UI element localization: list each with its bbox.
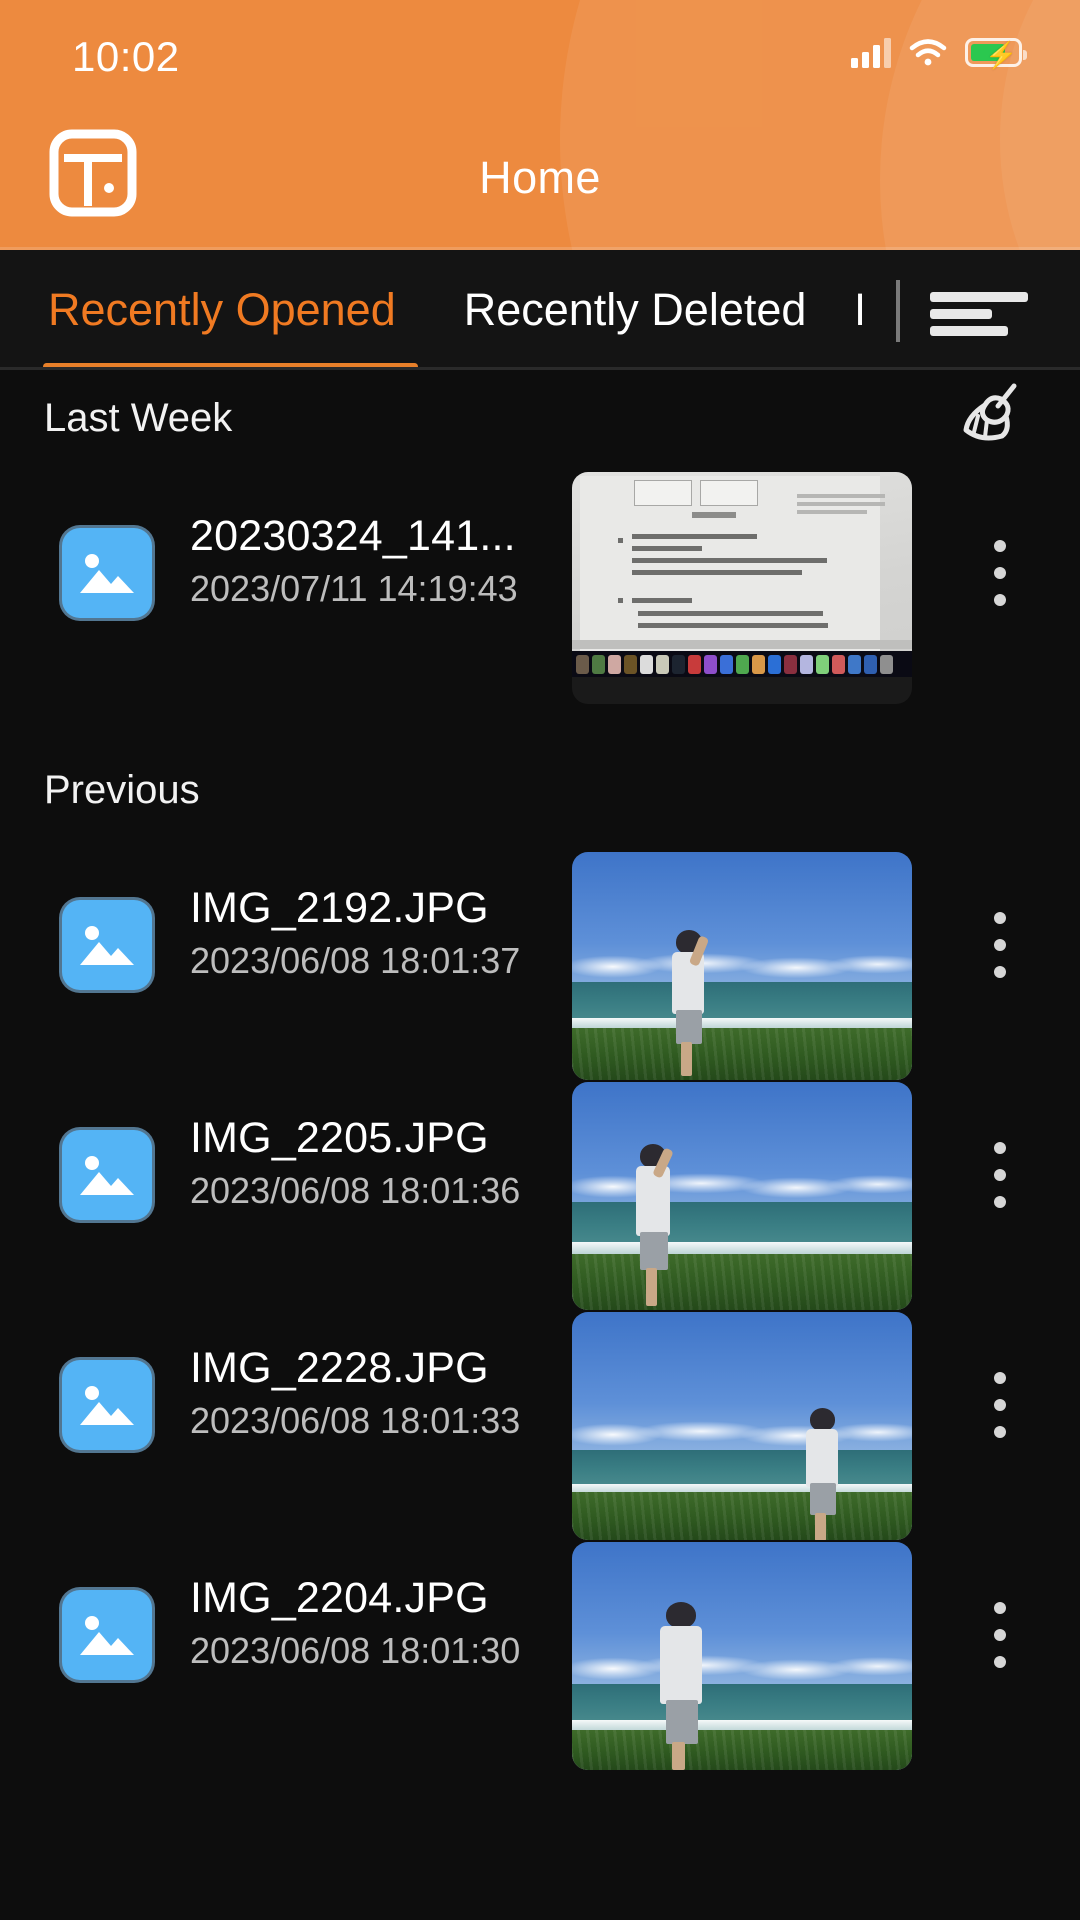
file-date: 2023/06/08 18:01:36 xyxy=(190,1170,521,1211)
file-name: IMG_2205.JPG xyxy=(190,1114,489,1162)
row-spacer xyxy=(0,1520,1080,1528)
row-spacer xyxy=(0,1060,1080,1068)
file-date: 2023/06/08 18:01:37 xyxy=(190,940,521,981)
section-header-previous: Previous xyxy=(0,742,1080,838)
file-thumbnail[interactable] xyxy=(572,1312,912,1540)
page-title: Home xyxy=(479,151,601,203)
file-thumbnail[interactable] xyxy=(572,852,912,1080)
kebab-menu-icon[interactable] xyxy=(994,1372,1006,1438)
sort-lines-icon[interactable] xyxy=(930,292,1028,336)
file-meta: IMG_2204.JPG 2023/06/08 18:01:30 xyxy=(190,1574,560,1672)
tab-recently-deleted[interactable]: Recently Deleted xyxy=(444,250,807,370)
battery-charging-icon: ⚡ xyxy=(965,37,1027,69)
cellular-signal-icon xyxy=(851,36,891,68)
image-file-icon xyxy=(62,900,152,990)
file-thumbnail[interactable] xyxy=(572,1082,912,1310)
image-file-icon xyxy=(62,1130,152,1220)
file-row[interactable]: IMG_2192.JPG 2023/06/08 18:01:37 xyxy=(0,838,1080,1080)
file-date: 2023/07/11 14:19:43 xyxy=(190,568,518,609)
file-name: IMG_2204.JPG xyxy=(190,1574,489,1622)
section-title: Last Week xyxy=(44,396,233,440)
file-meta: 20230324_141... 2023/07/11 14:19:43 xyxy=(190,512,560,610)
file-row[interactable]: 20230324_141... 2023/07/11 14:19:43 xyxy=(0,466,1080,704)
tab-label: R xyxy=(854,284,862,336)
kebab-menu-icon[interactable] xyxy=(994,912,1006,978)
row-spacer xyxy=(0,1290,1080,1298)
file-name: 20230324_141... xyxy=(190,512,516,560)
image-file-icon xyxy=(62,1590,152,1680)
wifi-icon xyxy=(909,39,947,66)
file-row[interactable]: IMG_2228.JPG 2023/06/08 18:01:33 xyxy=(0,1298,1080,1540)
tab-recently-opened[interactable]: Recently Opened xyxy=(0,250,444,370)
tab-overflow[interactable]: R xyxy=(806,250,862,370)
header-bar: Home xyxy=(0,110,1080,245)
file-row[interactable]: IMG_2205.JPG 2023/06/08 18:01:36 xyxy=(0,1068,1080,1310)
file-name: IMG_2192.JPG xyxy=(190,884,489,932)
file-thumbnail[interactable] xyxy=(572,472,912,704)
tab-label: Recently Deleted xyxy=(463,284,807,335)
section-title: Previous xyxy=(44,768,200,812)
tab-list: Recently Opened Recently Deleted R xyxy=(0,250,862,370)
status-clock: 10:02 xyxy=(72,33,180,80)
dock-strip xyxy=(572,651,912,677)
kebab-menu-icon[interactable] xyxy=(994,1142,1006,1208)
file-list: Last Week 20230324_141... 2023/07/11 14:… xyxy=(0,370,1080,1770)
section-header-last-week: Last Week xyxy=(0,370,1080,466)
file-name: IMG_2228.JPG xyxy=(190,1344,489,1392)
section-spacer xyxy=(0,688,1080,742)
file-thumbnail[interactable] xyxy=(572,1542,912,1770)
tab-label: Recently Opened xyxy=(48,284,396,335)
kebab-menu-icon[interactable] xyxy=(994,1602,1006,1668)
image-file-icon xyxy=(62,1360,152,1450)
tab-divider xyxy=(896,280,900,342)
app-header: 10:02 ⚡ Home xyxy=(0,0,1080,250)
status-indicators: ⚡ xyxy=(851,36,1027,69)
file-date: 2023/06/08 18:01:30 xyxy=(190,1630,521,1671)
tab-bar: Recently Opened Recently Deleted R xyxy=(0,250,1080,370)
file-meta: IMG_2228.JPG 2023/06/08 18:01:33 xyxy=(190,1344,560,1442)
image-file-icon xyxy=(62,528,152,618)
file-meta: IMG_2192.JPG 2023/06/08 18:01:37 xyxy=(190,884,560,982)
status-bar: 10:02 ⚡ xyxy=(0,0,1080,110)
file-date: 2023/06/08 18:01:33 xyxy=(190,1400,521,1441)
file-row[interactable]: IMG_2204.JPG 2023/06/08 18:01:30 xyxy=(0,1528,1080,1770)
kebab-menu-icon[interactable] xyxy=(994,540,1006,606)
file-meta: IMG_2205.JPG 2023/06/08 18:01:36 xyxy=(190,1114,560,1212)
broom-icon[interactable] xyxy=(954,380,1032,452)
